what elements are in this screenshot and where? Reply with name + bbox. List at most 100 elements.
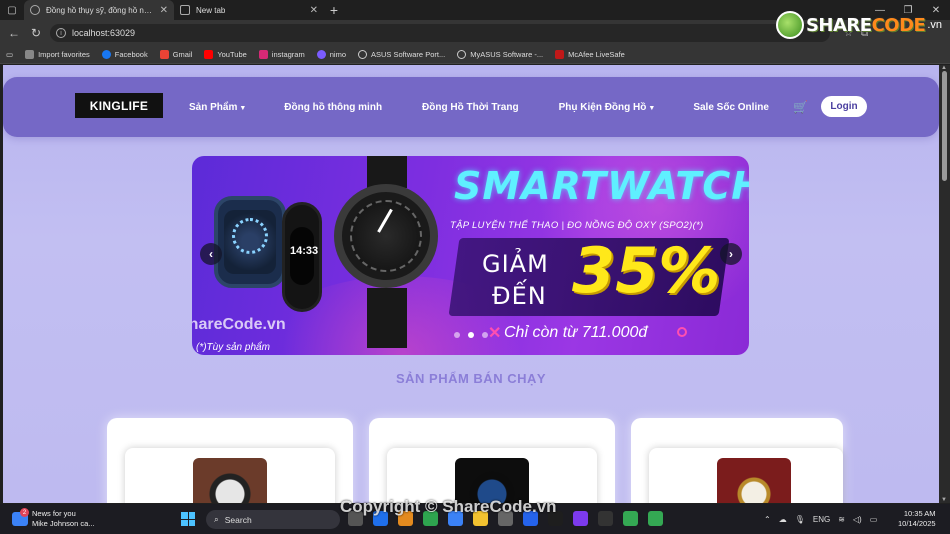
smartwatch-image — [214, 196, 286, 288]
watch-strap — [367, 288, 407, 348]
nav-item-dong-ho-thong-minh[interactable]: Đồng hồ thông minh — [284, 102, 382, 113]
page-scrollbar[interactable]: ▲ ▼ — [939, 65, 950, 503]
chrome-icon[interactable] — [623, 511, 638, 526]
section-title-best-sellers: SẢN PHẨM BÁN CHẠY — [395, 371, 547, 386]
tab-actions-button[interactable]: ▢ — [0, 0, 24, 20]
product-image-frame — [125, 448, 335, 503]
fitness-band-image: 14:33 — [282, 202, 322, 312]
page-favicon-icon — [30, 5, 40, 15]
carousel-prev-button[interactable]: ‹ — [200, 243, 222, 265]
clock-date: 10/14/2025 — [898, 519, 936, 528]
wifi-icon[interactable]: ≋ — [838, 515, 845, 524]
bookmark-asus-software-portal[interactable]: ASUS Software Port... — [358, 50, 445, 59]
clock-time: 10:35 AM — [903, 509, 936, 518]
news-badge: 2 — [20, 508, 29, 517]
banner-watermark: ShareCode.vn — [192, 316, 286, 333]
scroll-down-icon[interactable]: ▼ — [941, 497, 947, 503]
carousel-dot[interactable] — [454, 332, 460, 338]
brand-logo[interactable]: KINGLIFE — [75, 93, 163, 118]
bookmark-import-favorites[interactable]: Import favorites — [25, 50, 90, 59]
nav-item-san-pham[interactable]: Sản Phẩm ▼ — [189, 102, 246, 113]
product-image[interactable] — [193, 458, 267, 503]
system-tray: ⌃ ☁ 🎙 ENG ≋ ◁) ▭ — [764, 504, 877, 534]
battery-icon[interactable]: ▭ — [870, 515, 878, 524]
nav-item-phu-kien-dong-ho[interactable]: Phụ Kiện Đồng Hồ ▼ — [559, 102, 656, 113]
search-icon: ⌕ — [214, 514, 219, 524]
tab-title: Đồng hồ thụy sỹ, đồng hồ nam, đ — [46, 5, 154, 15]
chevron-right-icon: › — [729, 247, 733, 261]
youtube-icon — [204, 50, 214, 59]
address-bar[interactable]: i localhost:63029 — [50, 24, 830, 42]
login-button[interactable]: Login — [821, 96, 867, 117]
product-image-frame — [649, 448, 843, 503]
site-header: KINGLIFE Sản Phẩm ▼ Đồng hồ thông minh Đồ… — [3, 77, 939, 137]
bookmark-youtube[interactable]: YouTube — [204, 50, 247, 59]
bookmarks-bar: ▭ Import favorites Facebook Gmail YouTub… — [0, 46, 950, 64]
bookmark-facebook[interactable]: Facebook — [101, 50, 148, 59]
sharecode-logo: SHARECODE .vn — [775, 8, 942, 42]
tab-title: New tab — [196, 5, 226, 15]
chevron-up-icon[interactable]: ⌃ — [764, 515, 771, 524]
mcafee-icon — [555, 50, 565, 59]
carousel-dot[interactable] — [482, 332, 488, 338]
clock[interactable]: 10:35 AM 10/14/2025 — [898, 509, 936, 529]
cloud-icon[interactable]: ☁ — [779, 515, 787, 524]
chevron-left-icon: ‹ — [209, 247, 213, 261]
sharecode-logo-suffix: .vn — [927, 19, 942, 31]
language-indicator[interactable]: ENG — [813, 515, 830, 524]
product-image-frame — [387, 448, 597, 503]
product-card[interactable] — [107, 418, 353, 503]
facebook-icon — [101, 50, 111, 59]
nav-item-sale-soc-online[interactable]: Sale Sốc Online — [693, 102, 769, 113]
banner-price: Chỉ còn từ 711.000đ — [504, 324, 648, 341]
news-widget[interactable]: 2 News for you Mike Johnson ca... — [12, 508, 95, 529]
bookmark-myasus-software[interactable]: MyASUS Software -... — [457, 50, 543, 59]
chrome-icon[interactable] — [648, 511, 663, 526]
banner-title: SMARTWATCH — [454, 164, 749, 208]
taskbar-search-label: Search — [224, 514, 252, 525]
gmail-icon — [159, 50, 169, 59]
bookmarks-toggle-icon[interactable]: ▭ — [6, 50, 13, 59]
page-viewport: KINGLIFE Sản Phẩm ▼ Đồng hồ thông minh Đồ… — [3, 65, 939, 503]
bookmark-instagram[interactable]: instagram — [258, 50, 305, 59]
news-subtitle: Mike Johnson ca... — [32, 519, 95, 528]
taskbar-search[interactable]: ⌕ Search — [206, 510, 340, 529]
product-image[interactable] — [717, 458, 791, 503]
chevron-down-icon: ▼ — [648, 104, 656, 112]
carousel-dot-active[interactable] — [468, 332, 474, 338]
close-tab-icon[interactable]: ✕ — [160, 5, 168, 16]
scrollbar-thumb[interactable] — [942, 71, 947, 181]
volume-icon[interactable]: ◁) — [853, 515, 862, 524]
copyright-watermark: Copyright © ShareCode.vn — [340, 497, 557, 516]
new-tab-button[interactable]: + — [324, 2, 344, 18]
visual-studio-icon[interactable] — [573, 511, 588, 526]
bookmark-nimo[interactable]: nimo — [316, 50, 346, 59]
banner-x-mark: ✕ — [488, 325, 502, 342]
url-text: localhost:63029 — [72, 28, 136, 38]
bookmark-gmail[interactable]: Gmail — [159, 50, 192, 59]
site-info-icon[interactable]: i — [56, 28, 66, 38]
bookmark-mcafee-livesafe[interactable]: McAfee LiveSafe — [555, 50, 625, 59]
tab-new-tab[interactable]: New tab ✕ — [174, 0, 324, 20]
news-icon: 2 — [12, 508, 29, 526]
cart-icon[interactable]: 🛒 — [793, 100, 808, 114]
banner-discount-percent: 35% — [572, 234, 721, 307]
reload-icon[interactable]: ↻ — [28, 25, 44, 41]
product-card[interactable] — [369, 418, 615, 503]
windows-start-icon[interactable] — [181, 512, 195, 526]
close-tab-icon[interactable]: ✕ — [310, 5, 318, 16]
hero-banner: 14:33 SMARTWATCH TẬP LUYỆN THỂ THAO | ĐO… — [192, 156, 749, 355]
sharecode-logo-text: SHARECODE — [805, 14, 926, 36]
globe-icon — [457, 50, 467, 59]
nav-item-dong-ho-thoi-trang[interactable]: Đồng Hồ Thời Trang — [422, 102, 519, 113]
carousel-next-button[interactable]: › — [720, 243, 742, 265]
microphone-icon[interactable]: 🎙 — [795, 515, 805, 524]
app-icon[interactable] — [598, 511, 613, 526]
band-time: 14:33 — [290, 227, 318, 285]
tab-active[interactable]: Đồng hồ thụy sỹ, đồng hồ nam, đ ✕ — [24, 0, 174, 20]
folder-icon — [25, 50, 35, 59]
back-icon[interactable]: ← — [6, 25, 22, 41]
product-card[interactable] — [631, 418, 843, 503]
chevron-down-icon: ▼ — [239, 104, 247, 112]
main-nav: Sản Phẩm ▼ Đồng hồ thông minh Đồng Hồ Thờ… — [189, 77, 769, 137]
